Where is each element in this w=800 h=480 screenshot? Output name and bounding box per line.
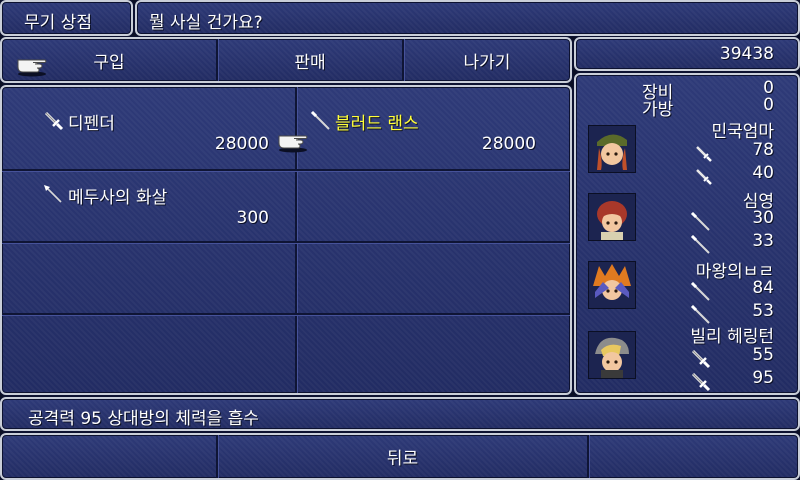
member-value: 40 [752, 163, 774, 183]
item-name: 메두사의 화살 [68, 188, 168, 208]
item-slot-empty[interactable] [297, 315, 570, 393]
sell-label: 판매 [294, 52, 326, 73]
divider [587, 435, 589, 478]
command-menu: 구입 판매 나가기 [0, 37, 572, 83]
item-slot-empty[interactable] [297, 171, 570, 241]
item-list: 디펜더 28000 블러드 랜스 28000 메두사의 화살 300 [0, 85, 572, 395]
item-slot-selected[interactable]: 블러드 랜스 28000 [297, 87, 570, 169]
party-member: 마왕의ㅂㄹ 84 53 [576, 253, 798, 324]
spear-icon [689, 280, 711, 302]
dagger-icon [692, 142, 714, 164]
sword-icon [42, 109, 64, 131]
member-value: 30 [752, 208, 774, 228]
gold-amount: 39438 [719, 44, 774, 64]
buy-label: 구입 [93, 52, 125, 73]
shop-title: 무기 상점 [24, 13, 92, 33]
member-value: 78 [752, 140, 774, 160]
spear-icon [689, 233, 711, 255]
party-panel: 장비 0 가방 0 민국엄마 78 40 심영 30 33 마왕의ㅂㄹ 84 5… [574, 73, 800, 395]
gold-window: 39438 [574, 37, 800, 71]
shop-title-window: 무기 상점 [0, 0, 133, 36]
description-window: 공격력 95 상대방의 체력을 흡수 [0, 397, 800, 431]
item-price: 28000 [481, 134, 536, 154]
item-slot-empty[interactable] [297, 243, 570, 313]
party-member: 빌리 헤링턴 55 95 [576, 323, 798, 393]
item-price: 300 [236, 208, 269, 228]
pointer-hand-icon [276, 127, 310, 153]
party-member: 민국엄마 78 40 [576, 113, 798, 185]
avatar [588, 261, 636, 309]
item-slot-empty[interactable] [2, 315, 295, 393]
avatar [588, 193, 636, 241]
item-slot-empty[interactable] [2, 243, 295, 313]
item-slot[interactable]: 디펜더 28000 [2, 87, 295, 169]
member-value: 55 [752, 345, 774, 365]
member-name: 빌리 헤링턴 [690, 327, 774, 347]
sword-icon [689, 347, 711, 369]
member-value: 33 [752, 231, 774, 251]
member-value: 53 [752, 301, 774, 321]
spear-icon [309, 109, 331, 131]
item-name: 블러드 랜스 [335, 114, 419, 134]
item-slot[interactable]: 메두사의 화살 300 [2, 171, 295, 241]
prompt-text: 뭘 사실 건가요? [149, 13, 263, 33]
bag-value: 0 [763, 95, 774, 115]
back-button[interactable]: 뒤로 [218, 435, 587, 478]
item-description: 공격력 95 상대방의 체력을 흡수 [28, 409, 259, 429]
arrow-icon [42, 183, 64, 205]
avatar [588, 331, 636, 379]
spear-icon [689, 210, 711, 232]
buy-button[interactable]: 구입 [2, 39, 216, 81]
member-value: 95 [752, 368, 774, 388]
sword-icon [689, 370, 711, 392]
member-value: 84 [752, 278, 774, 298]
member-name: 민국엄마 [711, 122, 774, 142]
prompt-window: 뭘 사실 건가요? [135, 0, 800, 36]
sell-button[interactable]: 판매 [218, 39, 402, 81]
bottom-bar: 뒤로 [0, 433, 800, 480]
back-label: 뒤로 [386, 449, 419, 469]
avatar [588, 125, 636, 173]
exit-button[interactable]: 나가기 [404, 39, 570, 81]
exit-label: 나가기 [463, 52, 511, 73]
party-member: 심영 30 33 [576, 183, 798, 255]
item-price: 28000 [214, 134, 269, 154]
item-name: 디펜더 [68, 114, 115, 134]
